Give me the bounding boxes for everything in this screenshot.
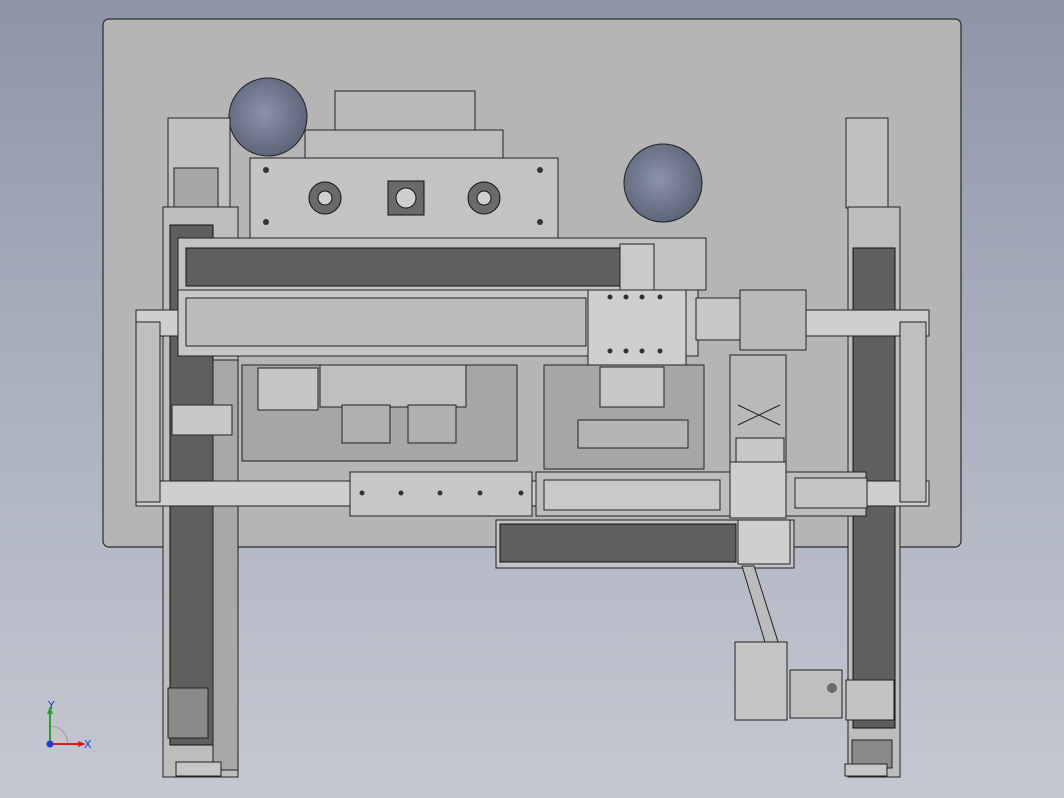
z-axis-dot <box>46 740 54 748</box>
y-axis-label: Y <box>47 700 55 712</box>
flange-bearing <box>387 180 425 216</box>
cutout-hole-right <box>623 143 703 223</box>
lower-swing-arm[interactable] <box>734 565 843 721</box>
right-tilt-assembly[interactable] <box>729 354 787 477</box>
flange-bearing <box>308 181 342 215</box>
center-gripper-area[interactable] <box>171 364 705 470</box>
right-vertical-linear-module[interactable] <box>844 117 901 778</box>
x-axis-label: X <box>84 738 92 751</box>
triad-quarter <box>49 725 69 745</box>
cutout-hole-left <box>228 77 308 157</box>
coordinate-triad: Y X <box>46 700 92 751</box>
flange-bearing <box>467 181 501 215</box>
cad-viewport[interactable] <box>0 0 1064 798</box>
lower-belt-module[interactable] <box>349 461 868 569</box>
upper-belt-module[interactable] <box>177 237 707 291</box>
